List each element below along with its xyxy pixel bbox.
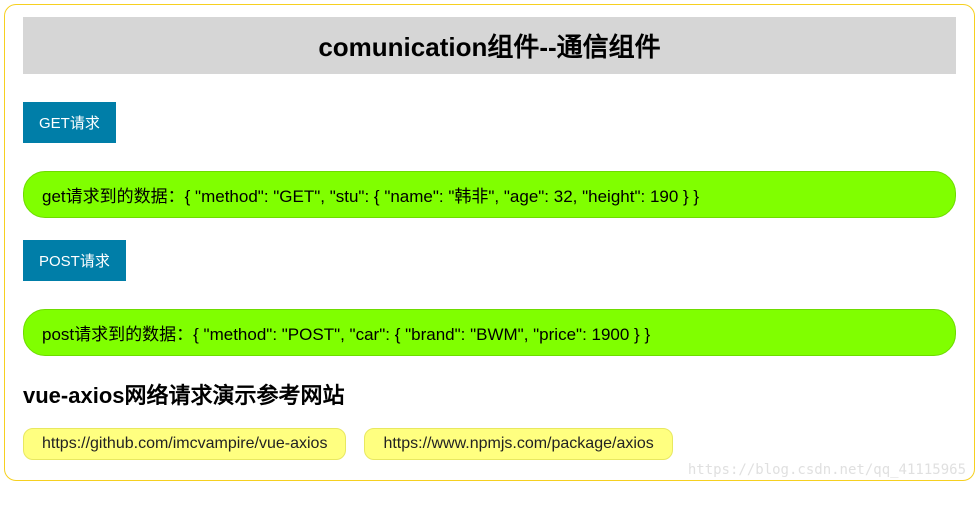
get-data-box: get请求到的数据：{ "method": "GET", "stu": { "n… bbox=[23, 171, 956, 218]
main-container: comunication组件--通信组件 GET请求 get请求到的数据：{ "… bbox=[4, 4, 975, 481]
post-data-json: { "method": "POST", "car": { "brand": "B… bbox=[193, 325, 650, 344]
reference-subtitle: vue-axios网络请求演示参考网站 bbox=[23, 378, 956, 410]
post-request-button[interactable]: POST请求 bbox=[23, 240, 126, 281]
npm-link[interactable]: https://www.npmjs.com/package/axios bbox=[364, 428, 672, 460]
page-title: comunication组件--通信组件 bbox=[23, 27, 956, 64]
github-link[interactable]: https://github.com/imcvampire/vue-axios bbox=[23, 428, 346, 460]
get-data-json: { "method": "GET", "stu": { "name": "韩非"… bbox=[185, 187, 699, 206]
links-row: https://github.com/imcvampire/vue-axios … bbox=[23, 428, 956, 460]
get-data-prefix: get请求到的数据： bbox=[42, 187, 185, 206]
post-data-box: post请求到的数据：{ "method": "POST", "car": { … bbox=[23, 309, 956, 356]
page-header: comunication组件--通信组件 bbox=[23, 17, 956, 74]
get-request-button[interactable]: GET请求 bbox=[23, 102, 116, 143]
watermark: https://blog.csdn.net/qq_41115965 bbox=[688, 462, 966, 478]
post-data-prefix: post请求到的数据： bbox=[42, 325, 193, 344]
